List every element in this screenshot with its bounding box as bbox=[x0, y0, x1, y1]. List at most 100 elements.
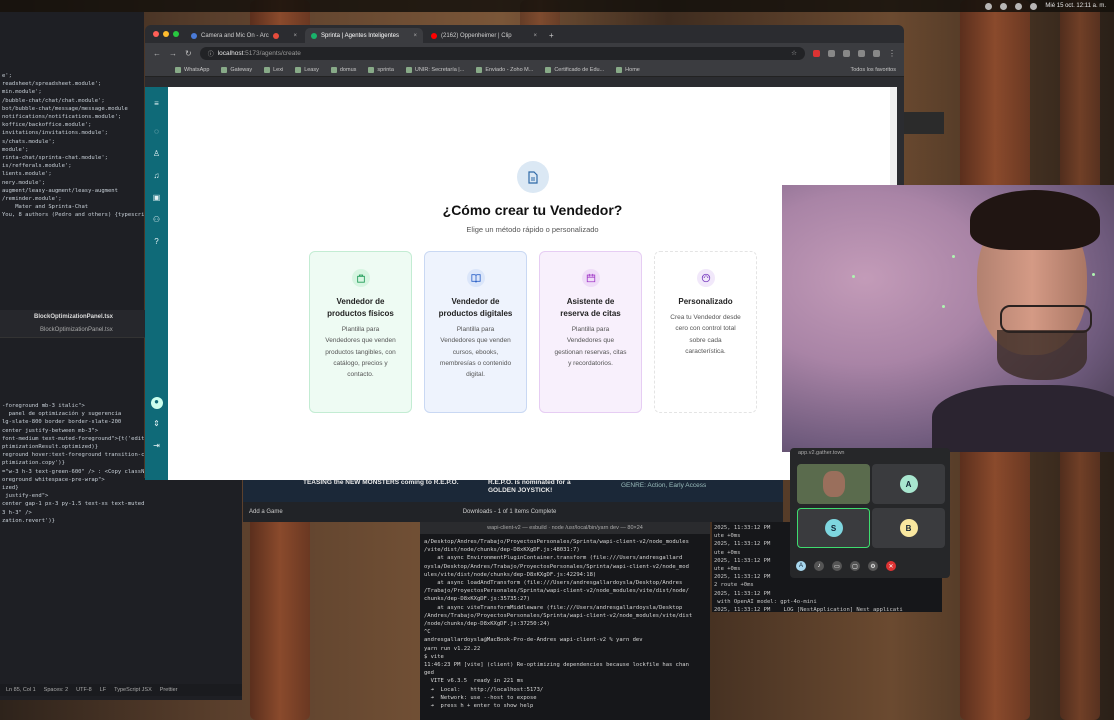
search-icon[interactable] bbox=[1015, 2, 1023, 10]
bookmark-item[interactable]: Gateway bbox=[221, 66, 252, 73]
participant-tile[interactable]: B bbox=[872, 508, 945, 548]
participant-avatar: S bbox=[824, 519, 843, 537]
light-speck bbox=[1092, 273, 1095, 276]
template-card[interactable]: Asistente de reserva de citas Plantilla p… bbox=[539, 251, 642, 413]
menu-icon[interactable]: ≡ bbox=[152, 99, 162, 109]
bookmark-item[interactable]: WhatsApp bbox=[175, 66, 209, 73]
code-block-bottom[interactable]: -foreground mb-3 italic"> panel de optim… bbox=[2, 402, 144, 525]
participant-video[interactable] bbox=[797, 464, 870, 504]
code-line: /vite/dist/node/chunks/dep-D8xKXgDF.js:4… bbox=[424, 547, 580, 554]
template-card[interactable]: Vendedor de productos físicos Plantilla p… bbox=[309, 251, 412, 413]
downloads-status[interactable]: Downloads - 1 of 1 Items Complete bbox=[463, 509, 557, 515]
user-icon[interactable]: ♙ bbox=[152, 149, 162, 159]
app-sidebar: ≡ ◌ ♙ ♫ ▣ ⚇ ? ● ⇕ ⇥ bbox=[145, 87, 168, 480]
collapse-icon[interactable]: ⇕ bbox=[152, 419, 162, 429]
code-line: at async loadAndTransform (file:///Users… bbox=[424, 580, 683, 587]
camera-icon[interactable]: ▭ bbox=[832, 561, 842, 571]
bookmark-item[interactable]: domus bbox=[330, 66, 356, 73]
bookmark-label: Home bbox=[625, 66, 640, 73]
users-icon[interactable]: ⚇ bbox=[152, 215, 162, 225]
light-speck bbox=[852, 275, 855, 278]
terminal-title: wapi-client-v2 — esbuild · node /usr/loc… bbox=[420, 522, 710, 534]
bell-icon[interactable]: ♫ bbox=[152, 171, 162, 181]
meeting-host: app.v2.gather.town bbox=[798, 450, 845, 456]
bookmark-favicon bbox=[545, 66, 552, 73]
light-speck bbox=[952, 255, 955, 258]
inbox-icon[interactable]: ▣ bbox=[152, 193, 162, 203]
mic-icon[interactable]: ♪ bbox=[814, 561, 824, 571]
code-line: /reminder.module'; bbox=[2, 196, 62, 203]
forward-icon[interactable]: → bbox=[169, 49, 177, 58]
code-line: center gap-1 px-3 py-1.5 text-xs text-mu… bbox=[2, 501, 144, 508]
control-center-icon[interactable] bbox=[1030, 2, 1038, 10]
settings-icon[interactable]: ⚙ bbox=[868, 561, 878, 571]
close-tab-icon[interactable]: × bbox=[413, 33, 417, 39]
battery-icon[interactable] bbox=[1000, 2, 1008, 10]
editor-breadcrumb[interactable]: BlockOptimizationPanel.tsx bbox=[40, 327, 113, 333]
logout-icon[interactable]: ⇥ bbox=[152, 441, 162, 451]
bookmark-item[interactable]: Leasy bbox=[295, 66, 319, 73]
avatar[interactable]: ● bbox=[150, 397, 163, 409]
bookmark-item[interactable]: Home bbox=[616, 66, 640, 73]
code-line: rinta-chat/sprinta-chat.module'; bbox=[2, 155, 108, 162]
status-cursor[interactable]: Ln 85, Col 1 bbox=[6, 687, 36, 693]
code-line: 2025, 11:33:12 PM bbox=[714, 590, 771, 597]
self-avatar[interactable]: A bbox=[796, 561, 806, 571]
close-tab-icon[interactable]: × bbox=[533, 33, 537, 39]
code-line: ➜ press h + enter to show help bbox=[424, 703, 534, 710]
extension-icon[interactable] bbox=[843, 49, 850, 57]
status-formatter[interactable]: Prettier bbox=[160, 687, 178, 693]
all-bookmarks-link[interactable]: Todos los favoritos bbox=[850, 67, 904, 73]
template-card[interactable]: Personalizado Crea tu Vendedor desde cero… bbox=[654, 251, 757, 413]
extension-icon[interactable] bbox=[813, 49, 820, 57]
help-icon[interactable]: ? bbox=[152, 237, 162, 247]
bookmark-item[interactable]: Enviado - Zoho M... bbox=[476, 66, 533, 73]
bookmark-item[interactable]: UNIR: Secretaría |... bbox=[405, 66, 464, 73]
screen-share-icon[interactable]: ▢ bbox=[850, 561, 860, 571]
bookmark-item[interactable]: Certificado de Edu... bbox=[545, 66, 604, 73]
status-encoding[interactable]: UTF-8 bbox=[76, 687, 92, 693]
reload-icon[interactable]: ↻ bbox=[185, 49, 192, 58]
steam-news-left[interactable]: TEASING the NEW MONSTERS coming to R.E.P… bbox=[303, 479, 473, 487]
add-game-link[interactable]: Add a Game bbox=[249, 509, 283, 515]
profile-icon[interactable] bbox=[873, 49, 880, 57]
background-window[interactable] bbox=[904, 112, 944, 134]
status-language[interactable]: TypeScript JSX bbox=[114, 687, 152, 693]
close-tab-icon[interactable]: × bbox=[293, 33, 297, 39]
terminal-window[interactable]: wapi-client-v2 — esbuild · node /usr/loc… bbox=[420, 522, 710, 720]
participant-tile[interactable]: S bbox=[797, 508, 870, 548]
bookmark-item[interactable]: Lexi bbox=[264, 66, 283, 73]
status-eol[interactable]: LF bbox=[100, 687, 106, 693]
back-icon[interactable]: ← bbox=[153, 49, 161, 58]
template-card[interactable]: Vendedor de productos digitales Plantilla… bbox=[424, 251, 527, 413]
close-window-button[interactable] bbox=[153, 31, 159, 37]
browser-tab[interactable]: Camera and Mic On - Arc × bbox=[185, 28, 303, 43]
wifi-icon[interactable] bbox=[985, 2, 993, 10]
code-line: /Andres/Trabajo/ProyectosPersonales/Spri… bbox=[424, 612, 693, 619]
browser-tab[interactable]: (2162) Oppenheimer | Clip × bbox=[425, 28, 543, 43]
steam-banner: TEASING the NEW MONSTERS coming to R.E.P… bbox=[243, 478, 783, 502]
editor-tab-active[interactable]: BlockOptimizationPanel.tsx bbox=[34, 314, 113, 320]
bookmark-star-icon[interactable]: ☆ bbox=[791, 49, 797, 57]
browser-tab-active[interactable]: Sprinta | Agentes Inteligentes × bbox=[305, 28, 423, 43]
participant-tile[interactable]: A bbox=[872, 464, 945, 504]
code-line: readsheet/spreadsheet.module'; bbox=[2, 81, 102, 88]
bookmark-item[interactable]: sprinta bbox=[368, 66, 394, 73]
code-block-top[interactable]: e'; readsheet/spreadsheet.module'; min.mod… bbox=[2, 72, 144, 220]
status-indent[interactable]: Spaces: 2 bbox=[44, 687, 68, 693]
extension-icon[interactable] bbox=[858, 49, 865, 57]
code-line: justify-end"> bbox=[2, 493, 49, 500]
code-line: ptimizationResult.optimized)} bbox=[2, 444, 99, 451]
new-tab-button[interactable]: + bbox=[545, 31, 558, 43]
zoom-window-button[interactable] bbox=[173, 31, 179, 37]
code-line: $ vite bbox=[424, 653, 444, 660]
chat-icon[interactable]: ◌ bbox=[152, 127, 162, 137]
steam-news-mid[interactable]: R.E.P.O. is nominated for a GOLDEN JOYST… bbox=[488, 479, 598, 495]
menubar-clock[interactable]: Mié 15 oct. 12:11 a. m. bbox=[1045, 3, 1106, 9]
extension-icon[interactable] bbox=[828, 49, 835, 57]
address-bar[interactable]: ⓘ localhost:5173/agents/create ☆ bbox=[199, 46, 805, 60]
leave-call-icon[interactable]: ✕ bbox=[886, 561, 896, 571]
minimize-window-button[interactable] bbox=[163, 31, 169, 37]
site-info-icon[interactable]: ⓘ bbox=[208, 49, 214, 58]
menu-icon[interactable]: ⋮ bbox=[888, 49, 896, 58]
